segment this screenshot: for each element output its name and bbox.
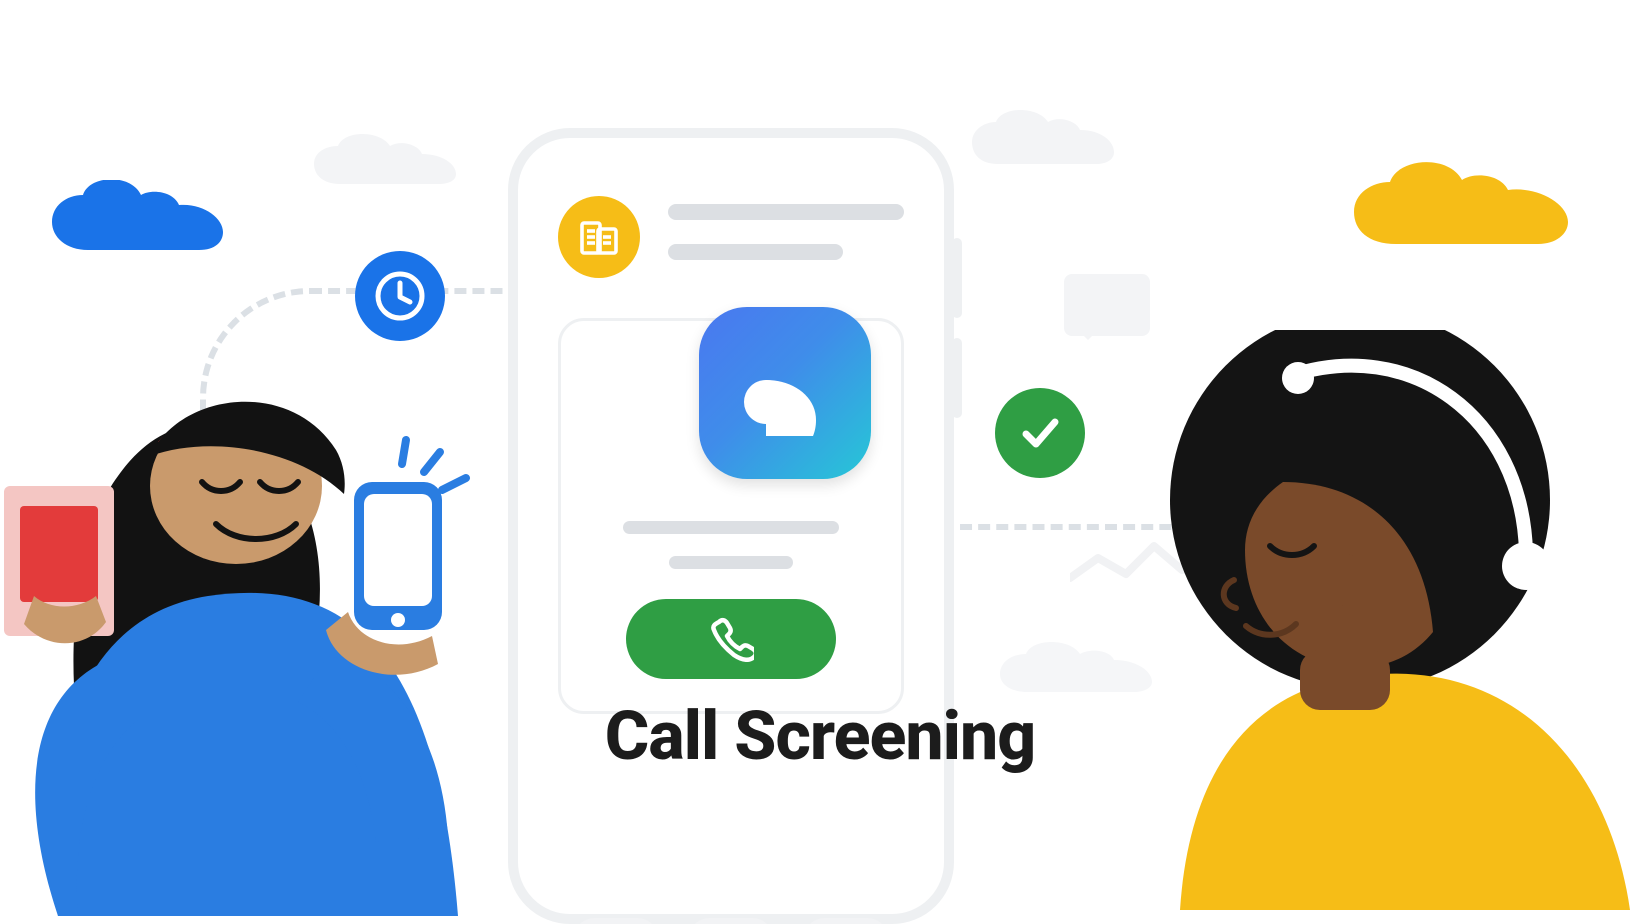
phone-header bbox=[558, 196, 904, 278]
bixby-logo-icon bbox=[699, 307, 871, 479]
checkmark-badge-icon bbox=[995, 388, 1085, 478]
grey-cloud-1-icon bbox=[310, 132, 460, 192]
blue-cloud-icon bbox=[48, 180, 228, 270]
page-title: Call Screening bbox=[0, 696, 1640, 776]
card-placeholder-lines bbox=[611, 521, 851, 569]
phone-nav-placeholders bbox=[558, 918, 904, 924]
user-illustration bbox=[0, 356, 518, 916]
phone-handset-icon bbox=[708, 616, 754, 662]
clock-badge-icon bbox=[355, 251, 445, 341]
phone-frame bbox=[508, 128, 954, 924]
grey-cloud-3-icon bbox=[996, 640, 1156, 700]
answer-call-button[interactable] bbox=[626, 599, 836, 679]
grey-cloud-2-icon bbox=[968, 108, 1118, 172]
document-badge-icon bbox=[558, 196, 640, 278]
chat-bubble-icon bbox=[1064, 274, 1150, 336]
yellow-cloud-icon bbox=[1350, 158, 1580, 258]
caller-card bbox=[558, 318, 904, 714]
agent-illustration bbox=[1150, 330, 1640, 910]
header-placeholder-lines bbox=[668, 196, 904, 260]
